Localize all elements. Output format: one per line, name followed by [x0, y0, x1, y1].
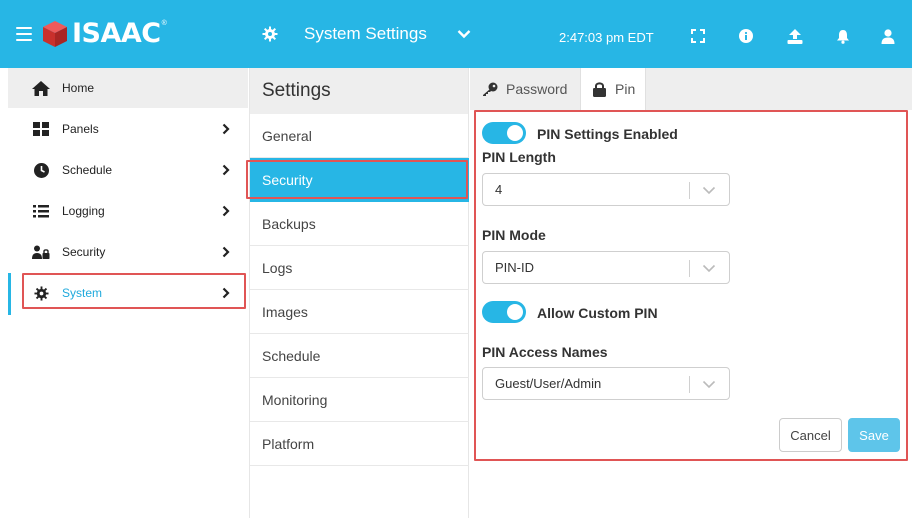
settings-menu: Settings General Security Backups Logs I…	[249, 68, 469, 518]
gear-icon	[32, 285, 50, 301]
gear-icon	[262, 26, 278, 42]
top-bar: ISAAC ® System Settings 2:47:03 pm EDT	[0, 0, 912, 68]
menu-icon[interactable]	[16, 27, 32, 41]
pin-length-value: 4	[495, 182, 503, 197]
settings-item-images[interactable]: Images	[250, 290, 469, 334]
pin-length-label: PIN Length	[482, 149, 556, 165]
pin-settings-panel: PIN Settings Enabled PIN Length 4 PIN Mo…	[470, 110, 912, 518]
pin-mode-value: PIN-ID	[495, 260, 534, 275]
clock-display: 2:47:03 pm EDT	[559, 30, 654, 45]
brand-registered-mark: ®	[161, 20, 167, 27]
sidebar-item-label: System	[62, 286, 103, 300]
sidebar-item-panels[interactable]: Panels	[8, 109, 248, 149]
chevron-right-icon	[222, 164, 230, 176]
sidebar-item-label: Home	[62, 81, 95, 95]
pin-enabled-label: PIN Settings Enabled	[537, 126, 678, 142]
fullscreen-icon[interactable]	[691, 29, 705, 43]
tab-label: Pin	[615, 81, 636, 97]
chevron-down-icon	[702, 186, 716, 195]
brand-name: ISAAC	[72, 18, 161, 49]
sidebar: Home Panels Schedule Logging Security Sy…	[8, 68, 248, 518]
settings-item-general[interactable]: General	[250, 114, 469, 158]
pin-access-names-select[interactable]: Guest/User/Admin	[482, 367, 730, 400]
sidebar-item-label: Security	[62, 245, 106, 259]
sidebar-item-label: Panels	[62, 122, 99, 136]
settings-item-platform[interactable]: Platform	[250, 422, 469, 466]
settings-item-monitoring[interactable]: Monitoring	[250, 378, 469, 422]
active-indicator	[8, 273, 11, 315]
app-menu-dropdown[interactable]: System Settings	[262, 0, 471, 68]
sidebar-item-label: Logging	[62, 204, 105, 218]
settings-item-security[interactable]: Security	[250, 158, 469, 202]
tab-bar: Password Pin	[470, 68, 912, 110]
settings-title: Settings	[250, 68, 468, 114]
brand-logo: ISAAC ®	[42, 20, 167, 48]
app-menu-title: System Settings	[304, 24, 427, 43]
home-icon	[32, 80, 50, 96]
sidebar-item-security[interactable]: Security	[8, 232, 248, 272]
allow-custom-pin-toggle[interactable]	[482, 301, 526, 323]
user-icon[interactable]	[881, 29, 895, 44]
pin-length-select[interactable]: 4	[482, 173, 730, 206]
chevron-down-icon	[457, 30, 471, 39]
settings-item-logs[interactable]: Logs	[250, 246, 469, 290]
tab-label: Password	[506, 81, 568, 97]
save-button[interactable]: Save	[848, 418, 900, 452]
pin-mode-select[interactable]: PIN-ID	[482, 251, 730, 284]
settings-item-schedule[interactable]: Schedule	[250, 334, 469, 378]
chevron-right-icon	[222, 123, 230, 135]
bell-icon[interactable]	[836, 29, 850, 44]
sidebar-item-schedule[interactable]: Schedule	[8, 150, 248, 190]
cancel-button[interactable]: Cancel	[779, 418, 842, 452]
upload-icon[interactable]	[787, 29, 803, 44]
chevron-down-icon	[702, 380, 716, 389]
sidebar-item-system[interactable]: System	[8, 273, 248, 315]
chevron-right-icon	[222, 246, 230, 258]
chevron-right-icon	[222, 287, 230, 299]
pin-enabled-toggle[interactable]	[482, 122, 526, 144]
clock-icon	[32, 162, 50, 178]
info-icon[interactable]	[739, 29, 753, 43]
key-icon	[482, 81, 498, 97]
pin-mode-label: PIN Mode	[482, 227, 546, 243]
allow-custom-pin-label: Allow Custom PIN	[537, 305, 658, 321]
tab-password[interactable]: Password	[482, 68, 567, 110]
settings-item-backups[interactable]: Backups	[250, 202, 469, 246]
chevron-down-icon	[702, 264, 716, 273]
brand-cube-icon	[43, 21, 67, 47]
lock-icon	[591, 81, 607, 97]
pin-access-names-label: PIN Access Names	[482, 344, 608, 360]
panels-icon	[32, 121, 50, 137]
sidebar-item-label: Schedule	[62, 163, 113, 177]
tab-pin[interactable]: Pin	[580, 68, 646, 110]
list-icon	[32, 203, 50, 219]
pin-access-names-value: Guest/User/Admin	[495, 376, 602, 391]
chevron-right-icon	[222, 205, 230, 217]
sidebar-item-home[interactable]: Home	[8, 68, 248, 108]
sidebar-item-logging[interactable]: Logging	[8, 191, 248, 231]
users-lock-icon	[32, 244, 50, 260]
